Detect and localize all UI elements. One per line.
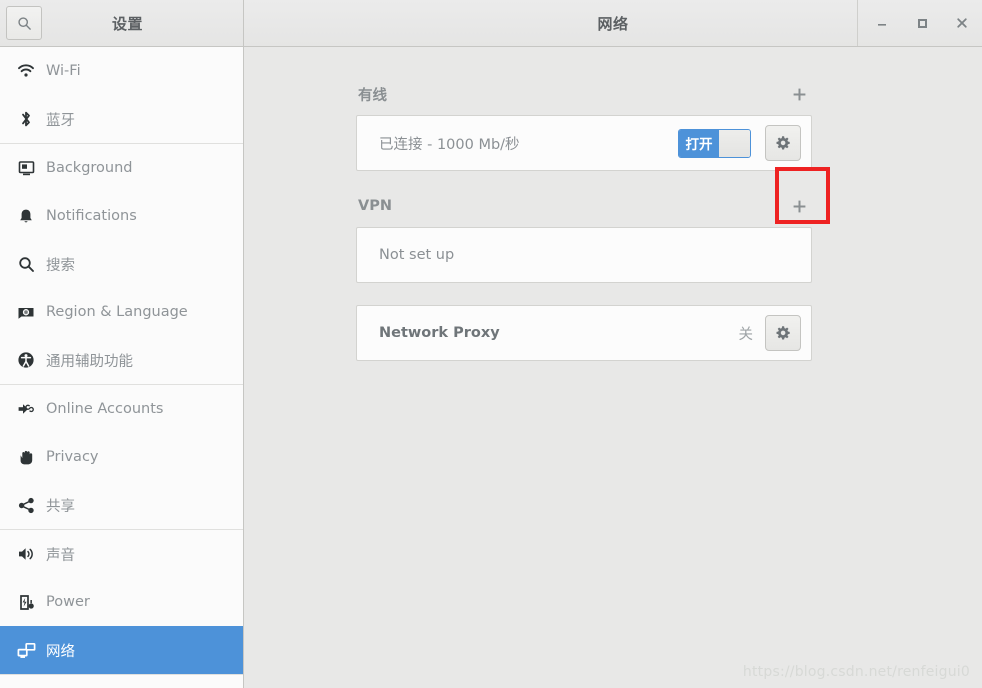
sidebar-item-label: Online Accounts: [46, 401, 163, 417]
sidebar-item-network[interactable]: 网络: [0, 626, 243, 674]
wifi-icon: [12, 63, 40, 79]
vpn-card: Not set up: [356, 227, 812, 283]
sidebar-item-sound[interactable]: 声音: [0, 530, 243, 578]
network-proxy-state: 关: [739, 323, 754, 344]
wired-connection-row[interactable]: 已连接 - 1000 Mb/秒 打开: [357, 116, 811, 170]
minimize-icon: [875, 16, 889, 30]
sidebar-item-label: Privacy: [46, 449, 99, 465]
network-panel: 有线 已连接 - 1000 Mb/秒 打开: [356, 47, 812, 361]
plus-icon: [791, 198, 808, 215]
header-main-area: 网络: [244, 0, 982, 46]
header-bar: 设置 网络: [0, 0, 982, 47]
network-proxy-card: Network Proxy 关: [356, 305, 812, 361]
wired-section-title: 有线: [358, 84, 387, 105]
settings-window: 设置 网络: [0, 0, 982, 688]
network-proxy-label: Network Proxy: [379, 325, 500, 341]
main-content: 有线 已连接 - 1000 Mb/秒 打开: [244, 47, 982, 688]
sound-speaker-icon: [12, 546, 40, 562]
vpn-section-header: VPN: [356, 193, 812, 219]
watermark-text: https://blog.csdn.net/renfeigui0: [743, 664, 970, 680]
sidebar-item-label: 蓝牙: [46, 109, 75, 130]
vpn-row[interactable]: Not set up: [357, 228, 811, 282]
bluetooth-icon: [12, 110, 40, 128]
sidebar-title: 设置: [42, 13, 243, 34]
sidebar-item-online-accounts[interactable]: Online Accounts: [0, 385, 243, 433]
sidebar-item-sharing[interactable]: 共享: [0, 481, 243, 529]
add-vpn-button[interactable]: [788, 195, 810, 217]
sidebar-item-wifi[interactable]: Wi-Fi: [0, 47, 243, 95]
region-language-icon: [12, 305, 40, 320]
sidebar-item-label: Power: [46, 594, 90, 610]
sidebar-item-background[interactable]: Background: [0, 144, 243, 192]
privacy-hand-icon: [12, 449, 40, 466]
bell-icon: [12, 208, 40, 225]
minimize-button[interactable]: [862, 1, 902, 45]
sidebar-item-label: 搜索: [46, 254, 75, 275]
wired-card: 已连接 - 1000 Mb/秒 打开: [356, 115, 812, 171]
sharing-icon: [12, 497, 40, 514]
sidebar-item-search[interactable]: 搜索: [0, 240, 243, 288]
sidebar-item-accessibility[interactable]: 通用辅助功能: [0, 336, 243, 384]
plus-icon: [791, 86, 808, 103]
vpn-section-title: VPN: [358, 198, 392, 214]
network-proxy-gear-button[interactable]: [765, 315, 801, 351]
close-button[interactable]: [942, 1, 982, 45]
add-wired-button[interactable]: [788, 83, 810, 105]
sidebar-item-label: 共享: [46, 495, 75, 516]
sidebar-item-label: Background: [46, 160, 133, 176]
toggle-on-label: 打开: [679, 130, 719, 157]
sidebar-item-label: 声音: [46, 544, 75, 565]
sidebar-item-privacy[interactable]: Privacy: [0, 433, 243, 481]
proxy-gap: [356, 283, 812, 305]
section-gap: [356, 171, 812, 193]
search-button[interactable]: [6, 6, 42, 40]
sidebar-item-label: 网络: [46, 640, 75, 661]
wired-settings-gear-button[interactable]: [765, 125, 801, 161]
wired-section-header: 有线: [356, 81, 812, 107]
sidebar-item-notifications[interactable]: Notifications: [0, 192, 243, 240]
accessibility-icon: [12, 351, 40, 369]
online-accounts-icon: [12, 401, 40, 417]
close-icon: [955, 16, 969, 30]
window-controls: [857, 0, 982, 46]
maximize-icon: [915, 16, 929, 30]
sidebar: Wi-Fi 蓝牙: [0, 47, 244, 688]
sidebar-separator: [0, 674, 243, 675]
sidebar-item-region-language[interactable]: Region & Language: [0, 288, 243, 336]
wired-status-label: 已连接 - 1000 Mb/秒: [379, 133, 520, 154]
vpn-status-label: Not set up: [379, 247, 454, 263]
search-icon: [17, 16, 32, 31]
maximize-button[interactable]: [902, 1, 942, 45]
power-battery-icon: [12, 594, 40, 611]
sidebar-item-bluetooth[interactable]: 蓝牙: [0, 95, 243, 143]
gear-icon: [775, 135, 791, 151]
sidebar-item-label: 通用辅助功能: [46, 350, 133, 371]
sidebar-item-power[interactable]: Power: [0, 578, 243, 626]
header-sidebar-area: 设置: [0, 0, 244, 46]
network-icon: [12, 642, 40, 659]
sidebar-item-label: Region & Language: [46, 304, 188, 320]
sidebar-item-label: Notifications: [46, 208, 137, 224]
wired-toggle-switch[interactable]: 打开: [678, 129, 751, 158]
background-icon: [12, 160, 40, 177]
network-proxy-row[interactable]: Network Proxy 关: [357, 306, 811, 360]
window-body: Wi-Fi 蓝牙: [0, 47, 982, 688]
gear-icon: [775, 325, 791, 341]
sidebar-item-label: Wi-Fi: [46, 63, 81, 79]
search-icon: [12, 256, 40, 273]
toggle-knob: [719, 130, 750, 157]
